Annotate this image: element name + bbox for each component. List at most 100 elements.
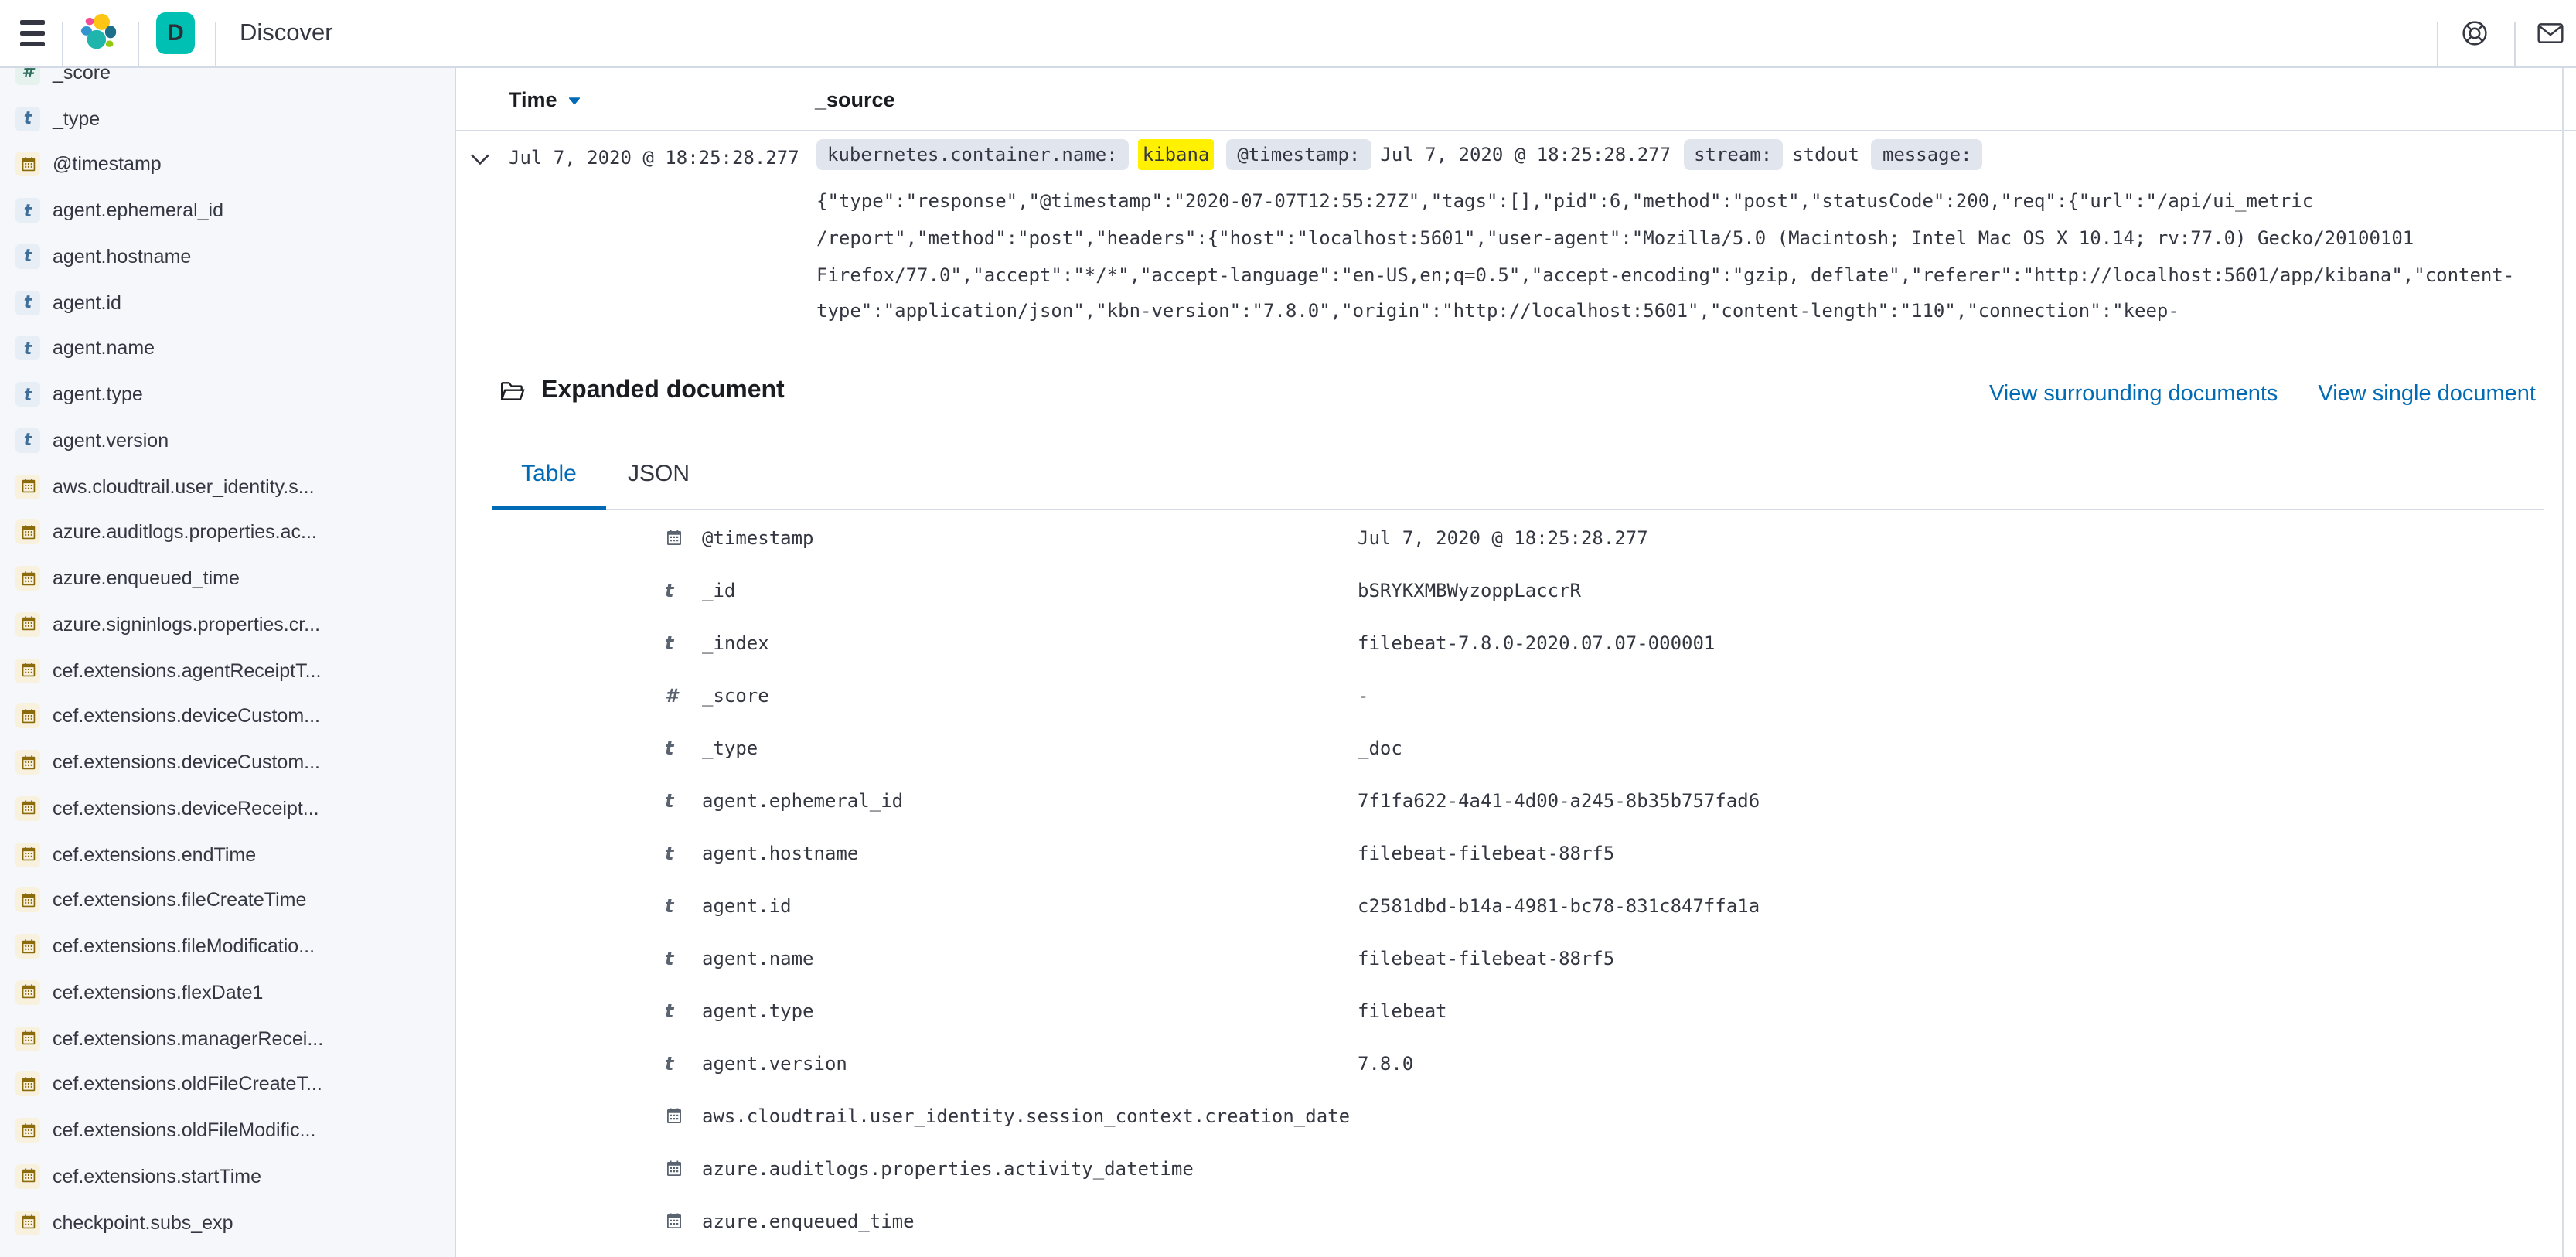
sidebar-field-label: azure.signinlogs.properties.cr... xyxy=(53,614,320,635)
sidebar-field-item[interactable]: tagent.hostname xyxy=(0,233,455,280)
sidebar-field-label: checkpoint.subs_exp xyxy=(53,1211,233,1233)
sidebar-field-label: aws.cloudtrail.user_identity.s... xyxy=(53,475,315,497)
sidebar-field-label: agent.ephemeral_id xyxy=(53,199,223,221)
date-field-type-icon xyxy=(15,1210,40,1235)
sidebar-field-label: cef.extensions.deviceReceipt... xyxy=(53,798,319,819)
number-field-type-icon: # xyxy=(15,68,40,85)
collapse-row-icon[interactable] xyxy=(467,147,492,165)
sidebar-field-item[interactable]: tagent.id xyxy=(0,280,455,326)
detail-field-value: Jul 7, 2020 @ 18:25:28.277 xyxy=(1358,527,1648,549)
detail-field-value: bSRYKXMBWyzoppLaccrR xyxy=(1358,580,1581,601)
sidebar-field-item[interactable]: tagent.version xyxy=(0,417,455,464)
sidebar-field-item[interactable]: aws.cloudtrail.user_identity.s... xyxy=(0,464,455,510)
detail-table-row[interactable]: aws.cloudtrail.user_identity.session_con… xyxy=(456,1090,2544,1143)
sidebar-field-item[interactable]: azure.signinlogs.properties.cr... xyxy=(0,601,455,648)
header-divider xyxy=(215,22,216,66)
doc-timestamp-cell: Jul 7, 2020 @ 18:25:28.277 xyxy=(509,144,799,172)
source-pair: message: xyxy=(1872,139,1983,170)
detail-field-value: filebeat-7.8.0-2020.07.07-000001 xyxy=(1358,632,1715,654)
detail-field-name: @timestamp xyxy=(702,527,1358,549)
kibana-discover-page: D Discover #_scoret_type@timestamptagent… xyxy=(0,0,2576,1257)
date-field-type-icon xyxy=(15,888,40,913)
view-single-document-link[interactable]: View single document xyxy=(2318,382,2536,407)
sidebar-field-item[interactable]: cef.extensions.oldFileCreateT... xyxy=(0,1061,455,1108)
field-sidebar: #_scoret_type@timestamptagent.ephemeral_… xyxy=(0,68,456,1257)
date-field-type-icon xyxy=(15,934,40,959)
tab-table[interactable]: Table xyxy=(492,439,606,507)
sidebar-field-item[interactable]: cef.extensions.deviceCustom... xyxy=(0,693,455,740)
sidebar-field-label: cef.extensions.startTime xyxy=(53,1166,261,1187)
detail-table-row[interactable]: azure.auditlogs.properties.activity_date… xyxy=(456,1143,2544,1195)
detail-table-row[interactable]: tagent.hostnamefilebeat-filebeat-88rf5 xyxy=(456,827,2544,880)
detail-table-row[interactable]: t_indexfilebeat-7.8.0-2020.07.07-000001 xyxy=(456,617,2544,669)
detail-field-name: aws.cloudtrail.user_identity.session_con… xyxy=(702,1105,1358,1127)
source-pair: kubernetes.container.name:kibana xyxy=(816,139,1214,170)
source-field-value: stdout xyxy=(1792,144,1859,165)
newsfeed-icon[interactable] xyxy=(2537,23,2564,48)
sidebar-field-item[interactable]: cef.extensions.endTime xyxy=(0,832,455,878)
doc-source-cell: kubernetes.container.name:kibana@timesta… xyxy=(816,138,2530,331)
detail-field-name: azure.enqueued_time xyxy=(702,1211,1358,1232)
detail-field-name: _type xyxy=(702,738,1358,759)
expanded-document-header: Expanded document xyxy=(499,377,785,405)
sidebar-field-item[interactable]: tagent.name xyxy=(0,325,455,372)
help-icon[interactable] xyxy=(2462,20,2488,51)
string-field-type-icon: t xyxy=(15,290,40,315)
detail-table-row[interactable]: t_type_doc xyxy=(456,722,2544,775)
menu-icon[interactable] xyxy=(20,20,48,46)
sidebar-field-item[interactable]: azure.enqueued_time xyxy=(0,556,455,602)
sidebar-field-item[interactable]: tagent.type xyxy=(0,372,455,418)
sidebar-field-label: agent.name xyxy=(53,338,155,359)
detail-table-row[interactable]: @timestampJul 7, 2020 @ 18:25:28.277 xyxy=(456,512,2544,564)
detail-table-row[interactable]: tagent.namefilebeat-filebeat-88rf5 xyxy=(456,932,2544,985)
sidebar-field-label: azure.auditlogs.properties.ac... xyxy=(53,522,317,543)
sidebar-field-item[interactable]: cef.extensions.startTime xyxy=(0,1153,455,1200)
sidebar-field-item[interactable]: azure.auditlogs.properties.ac... xyxy=(0,509,455,556)
sidebar-field-item[interactable]: checkpoint.subs_exp xyxy=(0,1200,455,1246)
page-title: Discover xyxy=(240,0,333,66)
detail-field-name: agent.hostname xyxy=(702,843,1358,864)
document-detail-table: @timestampJul 7, 2020 @ 18:25:28.277t_id… xyxy=(456,512,2544,1248)
date-field-type-icon xyxy=(665,1160,702,1178)
detail-field-value: filebeat-filebeat-88rf5 xyxy=(1358,948,1614,969)
detail-table-row[interactable]: #_score- xyxy=(456,669,2544,722)
tab-json[interactable]: JSON xyxy=(612,439,705,507)
sidebar-field-item[interactable]: t_type xyxy=(0,96,455,142)
sidebar-field-item[interactable]: cef.extensions.deviceCustom... xyxy=(0,740,455,786)
date-field-type-icon xyxy=(15,520,40,545)
detail-table-row[interactable]: azure.enqueued_time xyxy=(456,1195,2544,1248)
detail-table-row[interactable]: tagent.typefilebeat xyxy=(456,985,2544,1037)
sidebar-field-item[interactable]: cef.extensions.oldFileModific... xyxy=(0,1108,455,1154)
source-field-badge: message: xyxy=(1872,139,1983,170)
sidebar-field-item[interactable]: cef.extensions.flexDate1 xyxy=(0,969,455,1016)
source-column-header: _source xyxy=(815,68,895,130)
sidebar-field-item[interactable]: cef.extensions.managerRecei... xyxy=(0,1016,455,1062)
sidebar-field-item[interactable]: cef.extensions.deviceReceipt... xyxy=(0,785,455,832)
date-field-type-icon xyxy=(15,152,40,177)
detail-table-row[interactable]: tagent.ephemeral_id7f1fa622-4a41-4d00-a2… xyxy=(456,775,2544,827)
detail-table-row[interactable]: t_idbSRYKXMBWyzoppLaccrR xyxy=(456,564,2544,617)
string-field-type-icon: t xyxy=(665,738,702,759)
string-field-type-icon: t xyxy=(15,382,40,407)
sidebar-field-item[interactable]: @timestamp xyxy=(0,141,455,188)
app-header: D Discover xyxy=(0,0,2576,68)
date-field-type-icon xyxy=(15,1072,40,1097)
string-field-type-icon: t xyxy=(665,948,702,969)
detail-table-row[interactable]: tagent.idc2581dbd-b14a-4981-bc78-831c847… xyxy=(456,880,2544,932)
sidebar-field-label: _type xyxy=(53,107,100,129)
detail-field-name: agent.type xyxy=(702,1000,1358,1022)
sidebar-field-item[interactable]: cef.extensions.fileModificatio... xyxy=(0,924,455,970)
page-scrollbar[interactable] xyxy=(2562,68,2564,1257)
sidebar-field-item[interactable]: cef.extensions.agentReceiptT... xyxy=(0,648,455,694)
detail-field-name: agent.name xyxy=(702,948,1358,969)
elastic-logo[interactable] xyxy=(77,11,121,54)
view-surrounding-documents-link[interactable]: View surrounding documents xyxy=(1989,382,2278,407)
sidebar-field-item[interactable]: #_score xyxy=(0,68,455,96)
time-column-header[interactable]: Time xyxy=(509,68,584,130)
detail-table-row[interactable]: tagent.version7.8.0 xyxy=(456,1037,2544,1090)
sidebar-field-item[interactable]: cef.extensions.fileCreateTime xyxy=(0,877,455,924)
header-divider xyxy=(2437,22,2438,66)
date-field-type-icon xyxy=(15,750,40,775)
detail-field-value: filebeat xyxy=(1358,1000,1447,1022)
sidebar-field-item[interactable]: tagent.ephemeral_id xyxy=(0,188,455,234)
